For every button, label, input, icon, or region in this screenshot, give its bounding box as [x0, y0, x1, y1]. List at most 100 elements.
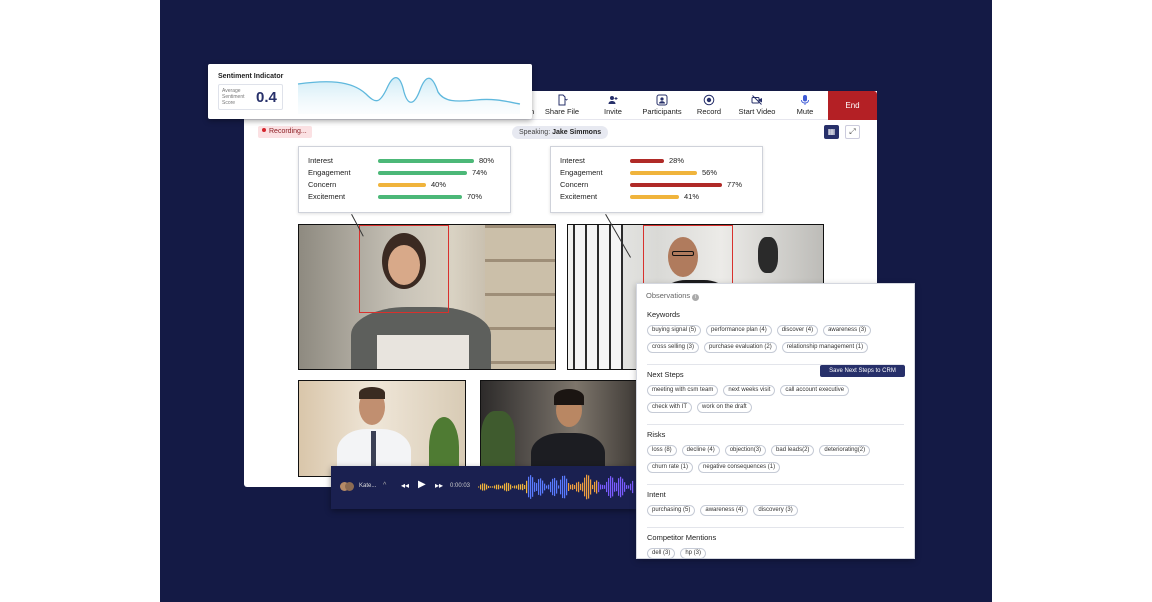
waveform-bar	[506, 482, 508, 492]
tag-row: purchasing (5) awareness (4) discovery (3)	[647, 505, 798, 517]
audio-player-bar: Kate... ^ ◂◂ ▶ ▸▸ 0:00:03	[331, 466, 637, 509]
metric-bar	[378, 183, 426, 187]
waveform-bar	[588, 475, 590, 499]
end-call-button[interactable]: End	[828, 91, 877, 120]
observation-tag[interactable]: relationship management (1)	[781, 342, 869, 353]
tag-row: dell (3) hp (3)	[647, 548, 707, 560]
waveform-bar	[508, 483, 510, 491]
observation-tag[interactable]: meeting with csm team	[647, 385, 719, 396]
waveform-bar	[526, 480, 528, 494]
recording-badge: Recording...	[258, 126, 312, 138]
observation-tag[interactable]: call account executive	[780, 385, 850, 396]
section-title-next-steps: Next Steps	[647, 370, 684, 379]
metric-value: 41%	[684, 192, 700, 201]
waveform-bar	[546, 485, 548, 489]
observation-tag[interactable]: check with IT	[647, 402, 693, 413]
observation-tag[interactable]: performance plan (4)	[706, 325, 772, 336]
observation-tag[interactable]: buying signal (5)	[647, 325, 702, 336]
observation-tag[interactable]: cross selling (3)	[647, 342, 700, 353]
waveform-bar	[540, 478, 542, 496]
waveform-bar	[492, 486, 494, 488]
waveform-bar	[616, 482, 618, 492]
waveform-bar	[596, 480, 598, 494]
waveform-bar	[502, 485, 504, 489]
video-tile-man-white-shirt[interactable]	[298, 380, 466, 477]
waveform-bar	[530, 475, 532, 499]
observation-tag[interactable]: work on the draft	[697, 402, 752, 413]
waveform-bar	[570, 484, 572, 490]
waveform-bar	[536, 483, 538, 491]
waveform-bar	[484, 483, 486, 491]
waveform-bar	[590, 479, 592, 495]
waveform-bar	[604, 485, 606, 489]
face-detection-box	[643, 225, 733, 287]
waveform-bar	[486, 484, 488, 490]
sentiment-metrics-left: Interest 80% Engagement 74% Concern 40% Excite…	[298, 146, 511, 213]
video-tile-woman[interactable]	[298, 224, 556, 370]
waveform-bar	[584, 477, 586, 497]
waveform-bar	[618, 478, 620, 496]
share-file-label: Share File	[544, 107, 580, 116]
video-tile-woman-office[interactable]	[480, 380, 640, 477]
metric-label: Engagement	[560, 168, 603, 177]
observation-tag[interactable]: decline (4)	[681, 445, 720, 456]
invite-label: Invite	[604, 107, 622, 116]
observation-tag[interactable]: loss (8)	[647, 445, 677, 456]
audio-waveform[interactable]	[477, 472, 637, 502]
rewind-button[interactable]: ◂◂	[401, 481, 409, 490]
waveform-bar	[568, 483, 570, 491]
metric-row-concern: Concern 40%	[308, 180, 508, 190]
waveform-bar	[510, 484, 512, 490]
observation-tag[interactable]: hp (3)	[680, 548, 707, 559]
waveform-bar	[564, 475, 566, 499]
section-title-intent: Intent	[647, 490, 666, 499]
observation-tag[interactable]: next weeks visit	[723, 385, 776, 396]
recording-text: Recording...	[269, 128, 307, 135]
observation-tag[interactable]: objection(3)	[724, 445, 767, 456]
metric-bar	[378, 171, 467, 175]
observation-tag[interactable]: deteriorating(2)	[819, 445, 871, 456]
tag-row: churn rate (1) negative consequences (1)	[647, 462, 781, 474]
metric-label: Concern	[560, 180, 589, 189]
average-sentiment-box: Average Sentiment Score 0.4	[218, 84, 283, 110]
waveform-bar	[598, 481, 600, 493]
waveform-bar	[552, 478, 554, 496]
waveform-bar	[480, 484, 482, 490]
metric-row-concern: Concern 77%	[560, 180, 760, 190]
mute-button[interactable]: Mute	[775, 93, 835, 119]
metric-label: Concern	[308, 180, 337, 189]
waveform-bar	[606, 481, 608, 493]
waveform-bar	[622, 478, 624, 496]
section-title-keywords: Keywords	[647, 310, 680, 319]
observation-tag[interactable]: negative consequences (1)	[698, 462, 781, 473]
metric-label: Interest	[560, 156, 586, 165]
save-to-crm-button[interactable]: Save Next Steps to CRM	[820, 365, 905, 377]
fullscreen-button[interactable]: ⤢	[845, 125, 860, 139]
avatar	[345, 482, 354, 491]
speaking-prefix: Speaking:	[519, 129, 551, 136]
waveform-bar	[594, 481, 596, 493]
waveform-bar	[548, 484, 550, 490]
observation-tag[interactable]: purchasing (5)	[647, 505, 696, 516]
observation-tag[interactable]: dell (3)	[647, 548, 676, 559]
fast-forward-button[interactable]: ▸▸	[435, 481, 443, 490]
observation-tag[interactable]: purchase evaluation (2)	[704, 342, 777, 353]
metric-value: 70%	[467, 192, 483, 201]
chevron-up-icon[interactable]: ^	[383, 482, 386, 489]
observation-tag[interactable]: discovery (3)	[753, 505, 798, 516]
waveform-bar	[544, 483, 546, 491]
metric-value: 40%	[431, 180, 447, 189]
observation-tag[interactable]: churn rate (1)	[647, 462, 694, 473]
observation-tag[interactable]: awareness (3)	[823, 325, 872, 336]
observation-tag[interactable]: bad leads(2)	[771, 445, 815, 456]
observation-tag[interactable]: discover (4)	[776, 325, 819, 336]
waveform-bar	[574, 485, 576, 489]
waveform-bar	[592, 484, 594, 490]
play-button[interactable]: ▶	[418, 479, 426, 490]
grid-view-button[interactable]: ▦	[824, 125, 839, 139]
tag-row: check with IT work on the draft	[647, 402, 752, 414]
info-icon[interactable]: i	[692, 294, 700, 301]
metric-bar	[630, 171, 697, 175]
waveform-bar	[488, 485, 490, 489]
observation-tag[interactable]: awareness (4)	[700, 505, 749, 516]
